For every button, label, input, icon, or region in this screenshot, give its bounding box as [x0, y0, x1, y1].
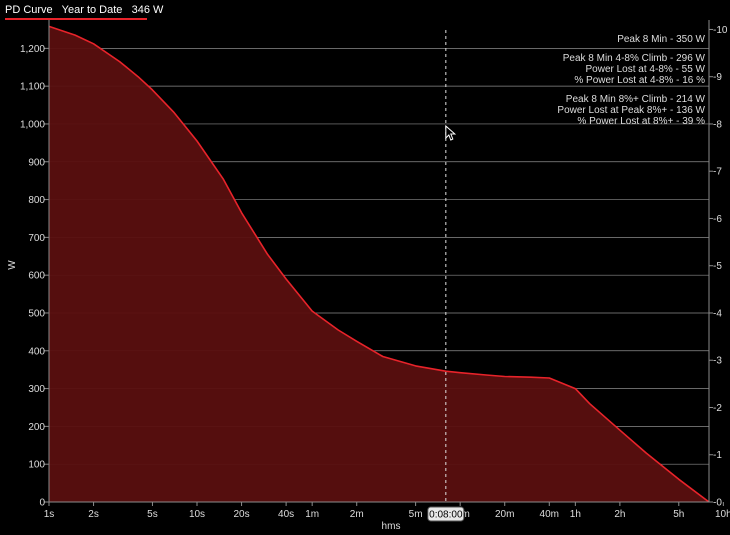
annotation-text: % Power Lost at 4-8% - 16 % [574, 75, 705, 86]
pd-curve-chart[interactable]: 0 100 200 300 400 500 600 700 800 900 1,000 1,100 1,… [0, 0, 730, 535]
x-tick-label: 5h [673, 509, 684, 520]
y-tick-label: 200 [28, 422, 45, 433]
right-axis-tick-label: -8 [713, 119, 722, 130]
x-tick-label: 20m [495, 509, 514, 520]
x-tick-label: 1h [570, 509, 581, 520]
y-tick-label: 1,100 [20, 82, 45, 93]
x-axis-title: hms [382, 521, 401, 532]
y-tick-label: 400 [28, 346, 45, 357]
annotation-text: Peak 8 Min 8%+ Climb - 214 W [566, 94, 706, 105]
right-axis-tick-label: -0 [713, 498, 722, 509]
right-axis-tick-label: -9 [713, 72, 722, 83]
x-tick-label: 20s [233, 509, 249, 520]
annotation-text: Power Lost at Peak 8%+ - 136 W [557, 105, 705, 116]
x-tick-label: 1m [305, 509, 319, 520]
y-tick-label: 500 [28, 308, 45, 319]
right-axis-tick-label: -5 [713, 261, 722, 272]
y-tick-label: 700 [28, 233, 45, 244]
y-tick-label: 1,200 [20, 44, 45, 55]
mouse-cursor-icon [445, 124, 457, 141]
y-tick-label: 800 [28, 195, 45, 206]
right-axis-tick-label: -3 [713, 356, 722, 367]
annotation-text: % Power Lost at 8%+ - 39 % [577, 116, 705, 127]
x-tick-label: 40m [540, 509, 559, 520]
x-tick-label: 1s [44, 509, 55, 520]
x-tick-label: 2m [350, 509, 364, 520]
y-tick-label: 900 [28, 157, 45, 168]
x-tick-label: 10s [189, 509, 205, 520]
y-tick-label: 100 [28, 460, 45, 471]
right-axis-tick-label: -2 [713, 403, 722, 414]
x-tick-label: 5s [147, 509, 158, 520]
cursor-label: 0:08:00 [429, 510, 463, 521]
y-tick-label: 0 [39, 498, 45, 509]
right-axis-tick-label: -4 [713, 308, 722, 319]
x-tick-label: 10h [715, 509, 730, 520]
x-tick-label: 2h [614, 509, 625, 520]
y-axis-title: W [7, 260, 18, 270]
annotation-text: Peak 8 Min - 350 W [617, 34, 705, 45]
annotation-text: Power Lost at 4-8% - 55 W [586, 64, 706, 75]
right-axis-tick-label: -7 [713, 167, 722, 178]
x-tick-label: 40s [278, 509, 294, 520]
right-axis-tick-label: -6 [713, 214, 722, 225]
y-tick-label: 300 [28, 384, 45, 395]
y-tick-label: 600 [28, 271, 45, 282]
x-tick-label: 2s [88, 509, 99, 520]
y-tick-label: 1,000 [20, 119, 45, 130]
x-tick-label: 5m [409, 509, 423, 520]
annotation-text: Peak 8 Min 4-8% Climb - 296 W [563, 53, 706, 64]
right-axis-tick-label: -10 [713, 25, 728, 36]
right-axis-tick-label: -1 [713, 450, 722, 461]
